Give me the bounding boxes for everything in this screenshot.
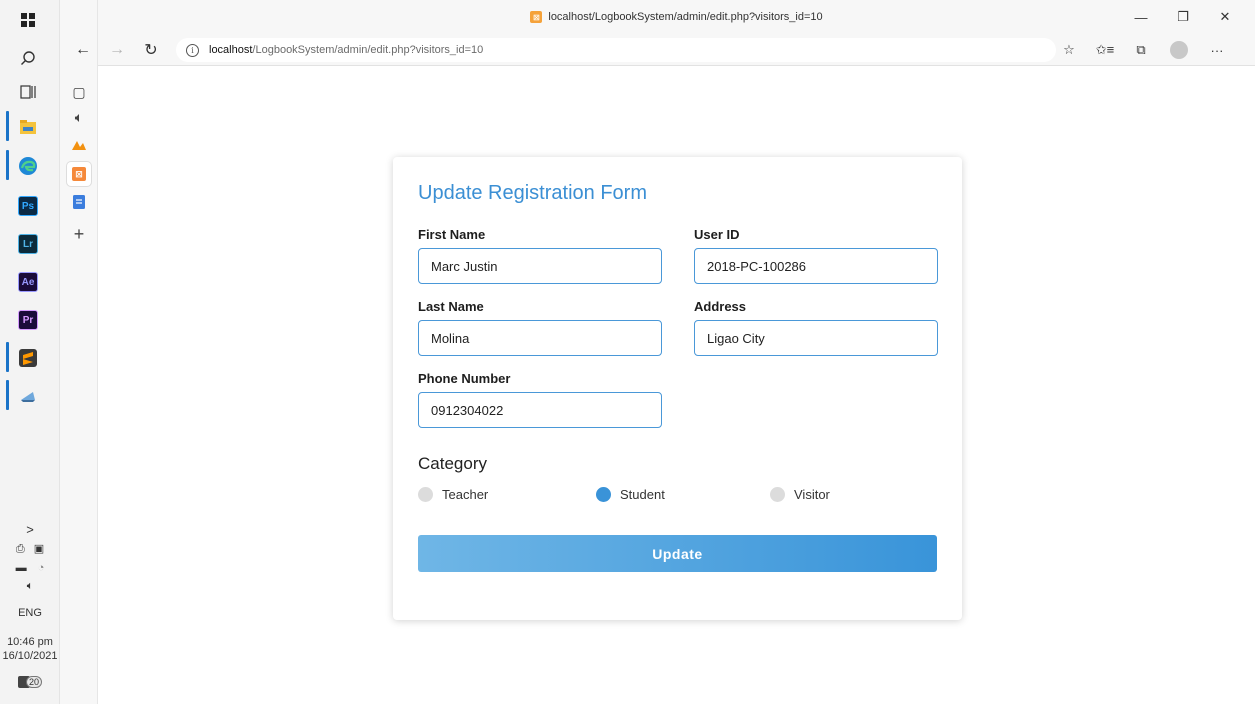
last-name-label: Last Name [418, 299, 484, 314]
tab-audio-icon[interactable]: 🔈︎ [67, 105, 91, 129]
user-id-label: User ID [694, 227, 740, 242]
form-title: Update Registration Form [418, 182, 647, 204]
active-indicator [6, 150, 9, 180]
app-tile: Ae [18, 272, 38, 292]
file-explorer-icon[interactable] [14, 113, 42, 141]
active-indicator [6, 342, 9, 372]
window-title-bar: ⊠ localhost/LogbookSystem/admin/edit.php… [98, 0, 1255, 34]
meet-now-icon[interactable]: ⎙ [16, 543, 25, 555]
windows-start-icon[interactable] [14, 6, 42, 34]
tab-document-icon[interactable] [67, 190, 91, 214]
category-option-teacher[interactable]: Teacher [418, 487, 488, 502]
last-name-input[interactable] [418, 320, 662, 356]
active-indicator [6, 380, 9, 410]
language-indicator[interactable]: ENG [0, 607, 60, 619]
minimize-button[interactable]: — [1120, 0, 1162, 34]
settings-more-button[interactable]: ··· [1204, 38, 1230, 62]
screen: Ps Lr Ae Pr > ⎙ ▣ ▬ ◔ 🔈︎ ENG 10:46 pm 16… [0, 0, 1255, 704]
app-tile: Lr [18, 234, 38, 254]
window-title: localhost/LogbookSystem/admin/edit.php?v… [548, 11, 823, 23]
collections-icon[interactable]: ⧉ [1128, 38, 1154, 62]
security-icon[interactable]: ▣ [34, 543, 44, 555]
back-button[interactable]: ← [70, 38, 96, 62]
avatar [1170, 41, 1188, 59]
address-input[interactable] [694, 320, 938, 356]
close-button[interactable]: ✕ [1204, 0, 1246, 34]
tray-icons-row: ▬ ◔ [0, 562, 60, 574]
url-host: localhost [209, 44, 253, 56]
first-name-input[interactable] [418, 248, 662, 284]
refresh-button[interactable]: ↻ [138, 38, 164, 62]
sublime-text-icon[interactable] [14, 344, 42, 372]
registration-form-card: Update Registration Form First Name User… [393, 157, 962, 620]
tab-phpmyadmin-icon[interactable] [67, 133, 91, 157]
first-name-label: First Name [418, 227, 486, 242]
volume-icon[interactable]: 🔈︎ [0, 580, 60, 593]
radio-selected-icon [596, 487, 611, 502]
app-tile: Pr [18, 310, 38, 330]
restore-button[interactable]: ❐ [1162, 0, 1204, 34]
url-path: /LogbookSystem/admin/edit.php?visitors_i… [252, 44, 484, 56]
battery-icon[interactable]: ▬ [16, 562, 27, 574]
tray-icons-row: ⎙ ▣ [0, 542, 60, 556]
radio-unselected-icon [770, 487, 785, 502]
after-effects-icon[interactable]: Ae [14, 268, 42, 296]
new-tab-button[interactable]: + [67, 222, 91, 246]
address-label: Address [694, 299, 747, 314]
category-option-student[interactable]: Student [596, 487, 665, 502]
notification-center-icon[interactable]: 20 [0, 676, 60, 689]
vertical-tab-strip: ▢ 🔈︎ ⊠ + [60, 0, 98, 704]
radio-unselected-icon [418, 487, 433, 502]
update-button[interactable]: Update [418, 535, 937, 572]
clock-time[interactable]: 10:46 pm [0, 636, 60, 648]
add-favorite-icon[interactable]: ☆ [1056, 38, 1082, 62]
clock-date[interactable]: 16/10/2021 [0, 650, 60, 662]
task-view-icon[interactable] [14, 78, 42, 106]
tab-xampp-icon[interactable]: ⊠ [67, 162, 91, 186]
phone-number-input[interactable] [418, 392, 662, 428]
search-icon[interactable] [14, 44, 42, 72]
phone-number-label: Phone Number [418, 371, 511, 386]
xampp-favicon-icon: ⊠ [530, 11, 543, 23]
app-tile: Ps [18, 196, 38, 216]
tray-expand-chevron[interactable]: > [0, 522, 60, 537]
photoshop-icon[interactable]: Ps [14, 192, 42, 220]
category-option-label: Visitor [794, 487, 830, 502]
tab-actions-icon[interactable]: ▢ [67, 80, 91, 104]
site-info-icon[interactable]: i [186, 43, 199, 57]
active-indicator [6, 111, 9, 141]
address-bar[interactable]: i localhost/LogbookSystem/admin/edit.php… [176, 38, 1056, 62]
forward-button[interactable]: → [104, 38, 130, 62]
category-option-label: Student [620, 487, 665, 502]
windows-taskbar: Ps Lr Ae Pr > ⎙ ▣ ▬ ◔ 🔈︎ ENG 10:46 pm 16… [0, 0, 60, 704]
edge-browser-icon[interactable] [14, 152, 42, 180]
user-id-input[interactable] [694, 248, 938, 284]
category-option-visitor[interactable]: Visitor [770, 487, 830, 502]
category-option-label: Teacher [442, 487, 489, 502]
lightroom-icon[interactable]: Lr [14, 230, 42, 258]
favorites-icon[interactable]: ✩≡ [1092, 38, 1118, 62]
profile-avatar[interactable] [1166, 38, 1192, 62]
category-title: Category [418, 454, 487, 473]
premiere-icon[interactable]: Pr [14, 306, 42, 334]
wifi-icon[interactable]: ◔ [38, 562, 45, 574]
notification-count: 20 [25, 676, 42, 689]
xampp-app-icon[interactable] [14, 382, 42, 410]
